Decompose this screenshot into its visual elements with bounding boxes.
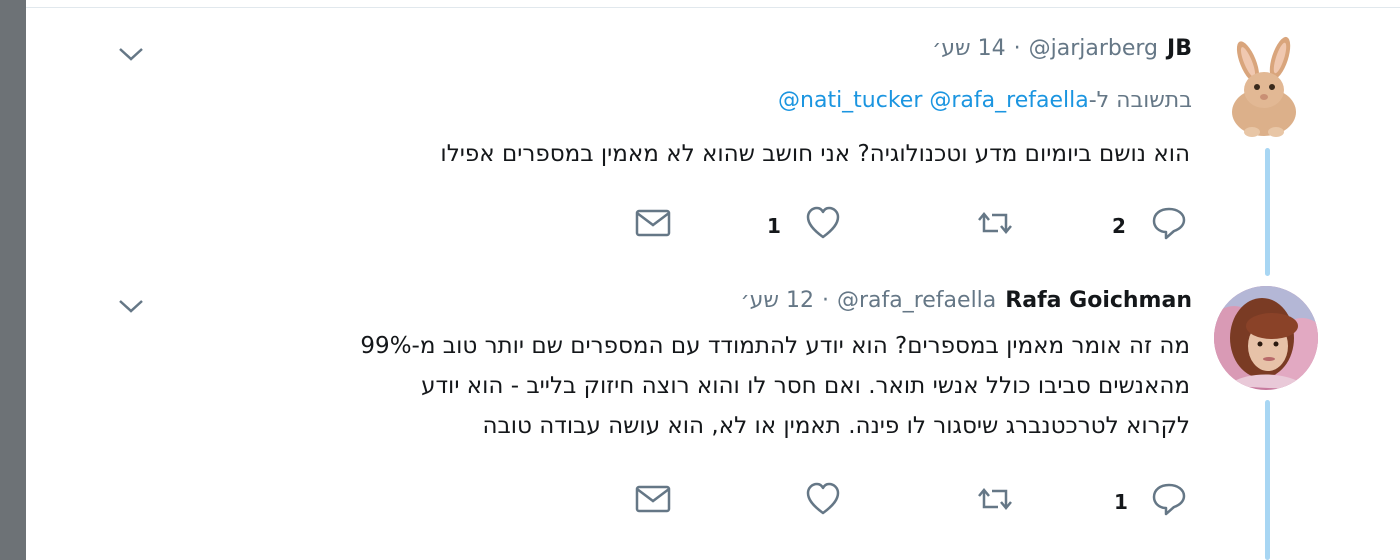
- tweet-text-line: לקרוא לטרכטנברג שיסגור לו פינה. תאמין או…: [482, 413, 1190, 439]
- reply-count: 2: [1112, 214, 1126, 238]
- tweet-text-line: הוא נושם ביומיום מדע וטכנולוגיה? אני חוש…: [440, 141, 1190, 167]
- reply-count: 1: [1114, 490, 1128, 514]
- timestamp[interactable]: 14 שע׳: [932, 36, 1006, 61]
- direct-message-icon[interactable]: [634, 204, 672, 242]
- window-left-edge: [0, 0, 26, 560]
- person-avatar[interactable]: [1214, 286, 1318, 390]
- tweet-text-line: מה זה אומר מאמין במספרים? הוא יודע להתמו…: [360, 333, 1190, 359]
- tweet-header: 14 שע׳ · @jarjarberg JB: [932, 36, 1192, 61]
- direct-message-icon[interactable]: [634, 480, 672, 518]
- retweet-icon[interactable]: [976, 204, 1014, 242]
- display-name[interactable]: JB: [1167, 36, 1192, 61]
- timestamp[interactable]: 12 שע׳: [740, 288, 814, 313]
- reply-icon[interactable]: [1150, 204, 1188, 242]
- tweet-text: מה זה אומר מאמין במספרים? הוא יודע להתמו…: [360, 326, 1190, 446]
- user-handle[interactable]: @jarjarberg: [1029, 36, 1158, 61]
- tweet-text-line: מהאנשים סביבו כולל אנשי תואר. ואם חסר לו…: [421, 373, 1190, 399]
- reply-icon[interactable]: [1150, 480, 1188, 518]
- thread-line: [1265, 400, 1270, 560]
- tweet-header: 12 שע׳ · @rafa_refaella Rafa Goichman: [740, 288, 1192, 313]
- thread-line: [1265, 148, 1270, 276]
- separator-dot: ·: [821, 288, 829, 313]
- display-name[interactable]: Rafa Goichman: [1005, 288, 1192, 313]
- rabbit-avatar[interactable]: [1222, 34, 1308, 140]
- like-count: 1: [767, 214, 781, 238]
- reply-context: בתשובה ל-@nati_tucker @rafa_refaella: [778, 88, 1192, 113]
- retweet-icon[interactable]: [976, 480, 1014, 518]
- like-icon[interactable]: [804, 204, 842, 242]
- tweet-text: הוא נושם ביומיום מדע וטכנולוגיה? אני חוש…: [440, 134, 1190, 174]
- top-divider: [26, 7, 1400, 8]
- chevron-down-icon[interactable]: [116, 44, 146, 64]
- separator-dot: ·: [1013, 36, 1021, 61]
- chevron-down-icon[interactable]: [116, 296, 146, 316]
- reply-mentions[interactable]: @nati_tucker @rafa_refaella: [778, 88, 1089, 113]
- like-icon[interactable]: [804, 480, 842, 518]
- user-handle[interactable]: @rafa_refaella: [837, 288, 996, 313]
- reply-prefix: בתשובה ל-: [1088, 88, 1192, 113]
